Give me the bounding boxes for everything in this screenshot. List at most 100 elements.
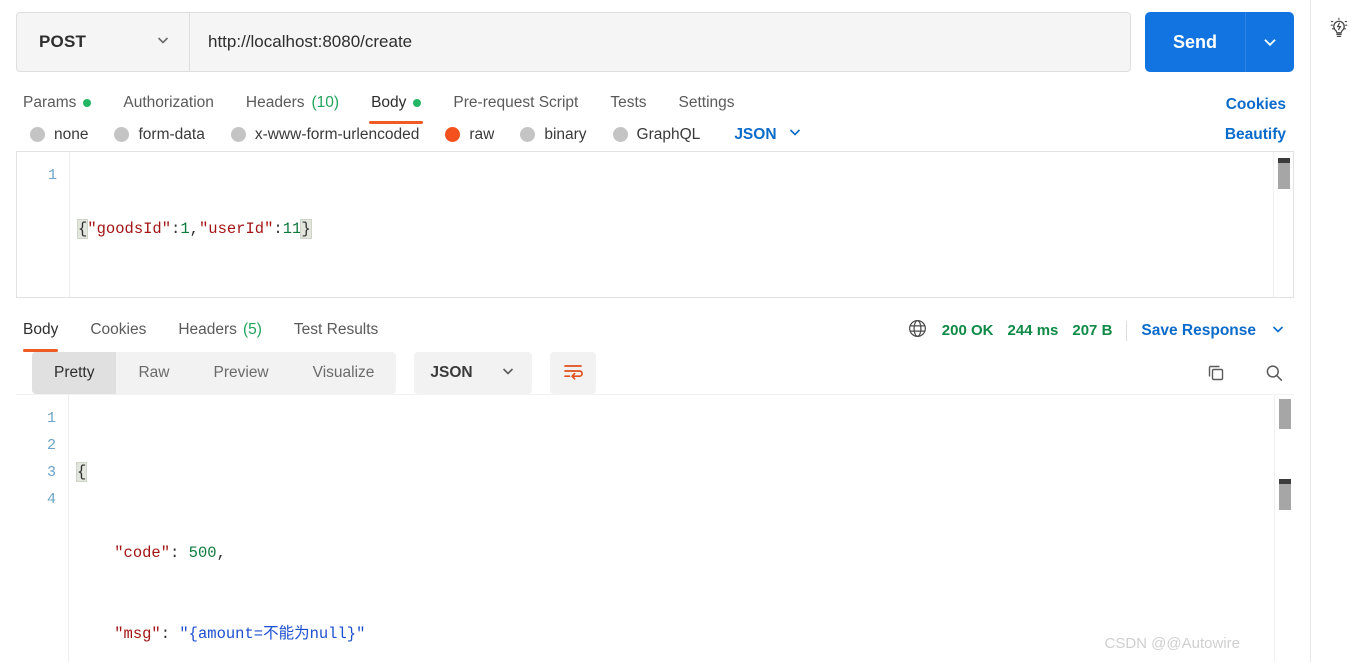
request-value-userid: 11 xyxy=(282,220,302,238)
tab-authorization[interactable]: Authorization xyxy=(107,82,229,124)
response-scroll-thumb-bottom[interactable] xyxy=(1279,484,1291,510)
request-tabs: Params Authorization Headers (10) Body P… xyxy=(0,82,1310,124)
response-value-code: 500 xyxy=(188,544,217,562)
tab-body-label: Body xyxy=(371,94,407,111)
response-line-number: 3 xyxy=(46,464,56,481)
save-response-button[interactable]: Save Response xyxy=(1141,322,1256,340)
view-mode-visualize[interactable]: Visualize xyxy=(291,352,397,394)
body-type-urlencoded[interactable]: x-www-form-urlencoded xyxy=(230,125,420,144)
request-scroll-thumb[interactable] xyxy=(1278,163,1290,189)
raw-format-selector[interactable]: JSON xyxy=(734,124,802,145)
response-format-selector[interactable]: JSON xyxy=(414,352,533,394)
response-tab-cookies-label: Cookies xyxy=(90,321,147,338)
word-wrap-icon xyxy=(561,360,585,387)
copy-icon[interactable] xyxy=(1204,361,1228,385)
tab-settings[interactable]: Settings xyxy=(663,82,751,124)
body-type-binary-label: binary xyxy=(544,125,587,143)
word-wrap-toggle[interactable] xyxy=(550,352,597,394)
body-type-graphql[interactable]: GraphQL xyxy=(612,125,701,144)
cookies-link[interactable]: Cookies xyxy=(1226,96,1286,114)
radio-raw-icon xyxy=(445,127,461,142)
response-toolbar-actions xyxy=(1204,361,1286,385)
response-colon-msg: : xyxy=(160,625,171,643)
chevron-down-icon xyxy=(155,32,171,53)
response-code-line-1: { xyxy=(75,459,1294,486)
response-view-mode-group: Pretty Raw Preview Visualize xyxy=(32,352,397,394)
chevron-down-icon xyxy=(500,363,516,384)
response-editor-scrollbar[interactable] xyxy=(1274,395,1294,662)
tab-pre-request-script-label: Pre-request Script xyxy=(453,94,579,111)
body-type-form-data-label: form-data xyxy=(138,125,205,143)
response-tabs: Body Cookies Headers (5) Test Results 20… xyxy=(0,308,1310,352)
body-type-urlencoded-label: x-www-form-urlencoded xyxy=(254,125,420,143)
tab-params[interactable]: Params xyxy=(16,82,107,124)
request-close-brace: } xyxy=(300,219,312,239)
tab-pre-request-script[interactable]: Pre-request Script xyxy=(437,82,594,124)
view-mode-preview[interactable]: Preview xyxy=(192,352,291,394)
response-tab-test-results[interactable]: Test Results xyxy=(278,308,394,352)
url-input[interactable]: http://localhost:8080/create xyxy=(190,13,1130,71)
response-tab-headers[interactable]: Headers (5) xyxy=(162,308,278,352)
response-status: 200 OK xyxy=(941,322,994,339)
response-tab-headers-count: (5) xyxy=(242,321,262,338)
response-body-editor[interactable]: 1 2 3 4 { "code": 500, "msg": "{amount=不… xyxy=(16,394,1294,662)
tab-headers-label: Headers xyxy=(245,94,305,111)
request-code-line-1: {"goodsId":1,"userId":11} xyxy=(76,216,1293,243)
raw-format-label: JSON xyxy=(734,125,777,143)
radio-graphql-icon xyxy=(612,127,628,142)
tab-headers[interactable]: Headers (10) xyxy=(230,82,355,124)
radio-urlencoded-icon xyxy=(230,127,246,142)
response-key-msg: "msg" xyxy=(114,625,161,643)
send-button[interactable]: Send xyxy=(1145,12,1246,72)
send-options-button[interactable] xyxy=(1246,12,1294,72)
response-size: 207 B xyxy=(1072,322,1113,339)
response-scroll-thumb-top[interactable] xyxy=(1279,399,1291,429)
search-icon[interactable] xyxy=(1262,361,1286,385)
response-tab-cookies[interactable]: Cookies xyxy=(74,308,162,352)
response-colon-code: : xyxy=(170,544,180,562)
response-code-area[interactable]: { "code": 500, "msg": "{amount=不能为null}"… xyxy=(68,395,1294,662)
http-method-selector[interactable]: POST xyxy=(17,13,190,71)
main-panel: POST http://localhost:8080/create Send P… xyxy=(0,0,1310,662)
tab-body[interactable]: Body xyxy=(355,82,437,124)
body-type-graphql-label: GraphQL xyxy=(636,125,701,143)
response-time: 244 ms xyxy=(1007,322,1059,339)
response-open-brace: { xyxy=(75,462,88,482)
radio-none-icon xyxy=(30,127,45,142)
request-editor-scrollbar[interactable] xyxy=(1273,152,1293,297)
request-colon-2: : xyxy=(273,220,283,238)
body-type-raw-label: raw xyxy=(469,125,495,143)
response-tab-body[interactable]: Body xyxy=(16,308,74,352)
beautify-button[interactable]: Beautify xyxy=(1225,126,1286,144)
body-type-none[interactable]: none xyxy=(30,126,88,144)
response-key-code: "code" xyxy=(114,544,171,562)
body-type-form-data[interactable]: form-data xyxy=(114,125,205,144)
view-mode-raw[interactable]: Raw xyxy=(116,352,191,394)
tab-headers-count: (10) xyxy=(311,94,340,111)
request-key-goodsid: "goodsId" xyxy=(87,220,172,238)
response-meta: 200 OK 244 ms 207 B Save Response xyxy=(907,318,1286,343)
request-colon-1: : xyxy=(171,220,181,238)
response-tab-body-label: Body xyxy=(23,321,59,338)
chevron-down-icon xyxy=(787,124,803,145)
tab-authorization-label: Authorization xyxy=(123,94,214,111)
view-mode-pretty[interactable]: Pretty xyxy=(32,352,117,394)
request-value-goodsid: 1 xyxy=(180,220,190,238)
body-type-binary[interactable]: binary xyxy=(520,125,587,144)
tab-tests[interactable]: Tests xyxy=(594,82,662,124)
response-format-label: JSON xyxy=(430,364,473,381)
request-code-area[interactable]: {"goodsId":1,"userId":11} xyxy=(69,152,1293,297)
chevron-down-icon[interactable] xyxy=(1270,321,1286,341)
meta-divider xyxy=(1126,320,1128,341)
params-status-dot xyxy=(83,99,92,107)
request-line-number: 1 xyxy=(47,167,57,184)
tab-settings-label: Settings xyxy=(678,94,735,111)
response-value-msg: "{amount=不能为null}" xyxy=(179,625,366,643)
response-code-line-2: "code": 500, xyxy=(77,540,1294,567)
radio-form-data-icon xyxy=(114,127,130,142)
lightbulb-icon[interactable] xyxy=(1325,14,1353,42)
globe-icon xyxy=(907,318,928,343)
watermark: CSDN @@Autowire xyxy=(1104,635,1240,652)
body-type-raw[interactable]: raw xyxy=(445,126,494,144)
request-body-editor[interactable]: 1 {"goodsId":1,"userId":11} xyxy=(16,151,1294,298)
